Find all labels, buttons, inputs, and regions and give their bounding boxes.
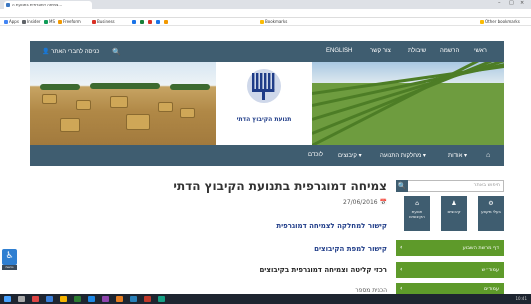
menu-item-kibbutzim[interactable]: קיבוצים ▾ [338, 152, 362, 159]
logo-area [216, 62, 312, 145]
bookmark-item[interactable]: Apps [4, 19, 19, 24]
link-demographic-department[interactable]: קישור למחלקה לצמיחה דמוגרפית [276, 222, 387, 230]
tile-kibbutzim[interactable]: ♟ קיבוצים [441, 196, 467, 231]
hay-bale [126, 114, 150, 130]
sidebar-bar-amudash[interactable]: ‹ עמוד״ש [396, 262, 504, 278]
wheelchair-icon: ♿ [5, 251, 14, 261]
logo-text: תנועת הקיבוץ הדתי [236, 116, 292, 123]
link-kibbutzim-map[interactable]: קישור למפת הקיבוצים [314, 245, 387, 253]
user-icon: ♟ [451, 200, 457, 207]
taskbar-app-icon[interactable] [130, 296, 137, 302]
hay-bale [42, 94, 57, 104]
login-link[interactable]: 👤 כניסה לחברי האתר [42, 48, 99, 55]
nav-english[interactable]: ENGLISH [326, 48, 352, 54]
minimize-icon[interactable]: – [498, 0, 501, 6]
tab-favicon-icon [6, 3, 10, 7]
bookmark-item[interactable] [164, 19, 169, 24]
home-icon: ⌂ [415, 200, 419, 207]
hay-bale [60, 118, 80, 132]
chevron-left-icon: ‹ [400, 266, 403, 273]
bookmark-item[interactable]: Business [92, 19, 115, 24]
calendar-icon: 📅 [379, 199, 387, 206]
accessibility-button[interactable]: ♿ [2, 249, 17, 265]
nav-shibolet[interactable]: שיבולת [408, 48, 426, 54]
tree-line [40, 84, 80, 90]
search-icon: 🔍 [397, 182, 407, 190]
taskbar-app-icon[interactable] [32, 296, 39, 302]
taskbar-app-icon[interactable] [158, 296, 165, 302]
search-icon[interactable]: 🔍 [112, 48, 121, 56]
page-title: צמיחה דמוגרפית בתנועת הקיבוץ הדתי [173, 179, 387, 193]
bookmark-item[interactable]: Bookmarks [260, 19, 287, 24]
tree-line [90, 83, 160, 89]
banner-photo-field [312, 62, 504, 145]
chevron-left-icon: ‹ [400, 285, 403, 292]
sidebar-bar-weekly-parasha[interactable]: ‹ דף מרשת השבוע [396, 240, 504, 256]
user-icon: 👤 [42, 49, 50, 55]
taskbar-clock: 10:41 [515, 296, 527, 301]
maximize-icon[interactable]: □ [509, 0, 514, 6]
taskbar-app-icon[interactable] [116, 296, 123, 302]
nav-register[interactable]: הרשמה [440, 48, 459, 54]
hay-bale [158, 102, 173, 112]
gear-icon: ⚙ [488, 200, 494, 207]
address-bar: ← → ↻ ⌂ kdati.org.il/he/event/Item/0177 [0, 9, 531, 26]
bookmark-item[interactable] [156, 19, 161, 24]
top-bar [30, 41, 504, 62]
chevron-left-icon: ‹ [400, 244, 403, 251]
header-banner: תנועת הקיבוץ הדתי [30, 62, 504, 145]
tile-professionals[interactable]: ⚙ בעלי מקצע [478, 196, 504, 231]
bookmark-item[interactable]: Insider [22, 19, 41, 24]
menu-item-lochdam[interactable]: לוכדם [308, 152, 323, 158]
banner-photo-haybales [30, 62, 216, 145]
bookmark-item[interactable] [140, 19, 145, 24]
hay-bale [180, 108, 195, 118]
bookmark-item[interactable]: Freeform [58, 19, 81, 24]
bookmark-item[interactable] [148, 19, 153, 24]
bookmark-item[interactable] [132, 19, 137, 24]
other-bookmarks[interactable]: Other bookmarks [480, 19, 520, 24]
taskbar-app-icon[interactable] [102, 296, 109, 302]
tree-line [170, 84, 210, 90]
section-heading: רכזי קליטה וצמיחה דמוגרפית בקיבוצים [259, 266, 387, 274]
bookmark-item[interactable]: MS [44, 19, 55, 24]
tab-title: צמיחה דמוגרפית בתנועת ה... [12, 2, 63, 7]
sidebar-bar-pages[interactable]: ‹ עמודים [396, 283, 504, 294]
tile-movement[interactable]: ⌂ תנועת הקיבוצים [404, 196, 430, 231]
section-text: הכנית מספר [355, 287, 387, 294]
nav-home[interactable]: ראשי [474, 48, 487, 54]
nav-contact[interactable]: צור קשר [370, 48, 391, 54]
taskbar-app-icon[interactable] [74, 296, 81, 302]
hay-bale [110, 96, 128, 108]
taskbar-app-icon[interactable] [60, 296, 67, 302]
menu-item-about[interactable]: אודות ▾ [448, 152, 467, 159]
browser-tab-bar: צמיחה דמוגרפית בתנועת ה... – □ × [0, 0, 531, 9]
menu-item-departments[interactable]: מחלקות התנועה ▾ [380, 152, 426, 159]
browser-tab[interactable]: צמיחה דמוגרפית בתנועת ה... [4, 1, 92, 9]
home-icon[interactable]: ⌂ [486, 152, 490, 159]
close-icon[interactable]: × [520, 0, 524, 6]
taskbar-app-icon[interactable] [46, 296, 53, 302]
hay-bale [76, 100, 91, 110]
main-menu-bar [30, 145, 504, 166]
search-placeholder: חיפוש באתר [473, 182, 500, 188]
menorah-logo-icon [247, 69, 281, 103]
accessibility-label: נגישות [2, 265, 17, 270]
taskbar-app-icon[interactable] [88, 296, 95, 302]
taskbar-app-icon[interactable] [144, 296, 151, 302]
publish-date: 27/06/2016 📅 [343, 199, 387, 206]
start-icon[interactable] [4, 296, 11, 302]
search-button[interactable]: 🔍 [396, 180, 408, 192]
search-icon[interactable] [18, 296, 25, 302]
